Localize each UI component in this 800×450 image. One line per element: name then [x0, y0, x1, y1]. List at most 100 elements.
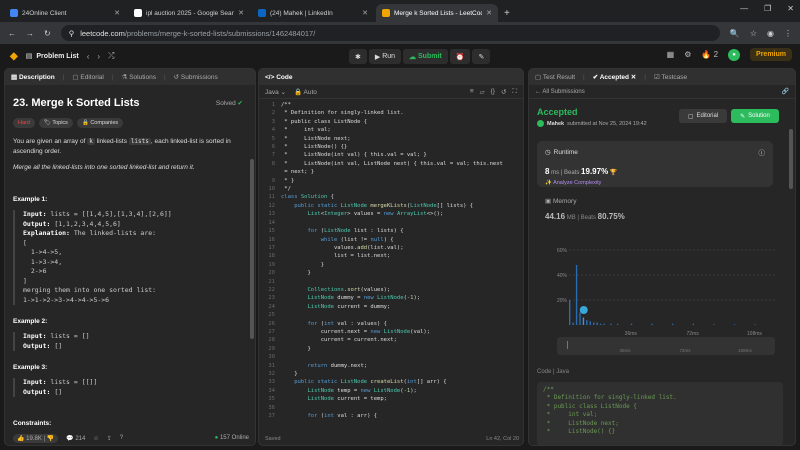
code-line[interactable]: 30 — [259, 353, 523, 361]
chart-bar[interactable] — [754, 324, 756, 325]
chart-bar[interactable] — [586, 320, 588, 325]
timer-icon[interactable]: ⏰ — [449, 49, 471, 64]
all-submissions-link[interactable]: ← All Submissions — [535, 89, 585, 95]
new-tab-icon[interactable]: + — [504, 8, 510, 19]
notes-icon[interactable]: ✎ — [472, 49, 491, 64]
chart-bar[interactable] — [610, 323, 612, 325]
code-line[interactable]: 21 — [259, 278, 523, 286]
code-line[interactable]: 29 } — [259, 345, 523, 353]
code-line[interactable]: 2 * Definition for singly-linked list. — [259, 109, 523, 117]
scrollbar[interactable] — [789, 129, 793, 189]
auto-mode[interactable]: 🔒 Auto — [294, 88, 317, 96]
menu-icon[interactable]: ⋮ — [784, 29, 792, 38]
code-line[interactable]: 22 Collections.sort(values); — [259, 286, 523, 294]
chart-bar[interactable] — [692, 323, 694, 325]
code-line[interactable]: 32 } — [259, 370, 523, 378]
chart-bar[interactable] — [579, 312, 581, 326]
runtime-distribution-chart[interactable]: 20%40%60%36ms 72ms 108ms — [553, 244, 781, 339]
code-line[interactable]: 8 * ListNode(int val, ListNode next) { t… — [259, 160, 523, 168]
scrollbar[interactable] — [250, 159, 254, 339]
code-line[interactable]: 7 * ListNode(int val) { this.val = val; … — [259, 151, 523, 159]
maximize-icon[interactable]: ❐ — [764, 4, 771, 13]
fullscreen-icon[interactable]: ⛶ — [512, 88, 517, 96]
like-button[interactable]: 👍 19.8K | 👎 — [13, 433, 59, 443]
code-lines[interactable]: 1/** 2 * Definition for singly-linked lis… — [259, 101, 523, 420]
info-icon[interactable]: ⓘ — [759, 147, 766, 157]
code-line[interactable]: 4 * int val; — [259, 126, 523, 134]
tab-solutions[interactable]: ⚗ Solutions — [122, 73, 156, 81]
url-input[interactable]: ⚲ leetcode.com/problems/merge-k-sorted-l… — [60, 25, 720, 41]
code-line[interactable]: 20 } — [259, 269, 523, 277]
premium-button[interactable]: Premium — [750, 48, 792, 61]
run-button[interactable]: ▶ Run — [368, 49, 402, 64]
next-problem-icon[interactable]: › — [97, 52, 100, 61]
code-line[interactable]: 35 ListNode current = temp; — [259, 395, 523, 403]
chart-bar[interactable] — [617, 323, 619, 325]
tab-description[interactable]: ▤ Description — [11, 73, 55, 81]
solution-button[interactable]: ✎ Solution — [731, 109, 779, 123]
submit-button[interactable]: ☁ Submit — [403, 49, 448, 64]
code-line[interactable]: 16 while (list != null) { — [259, 236, 523, 244]
chart-bar[interactable] — [713, 324, 715, 325]
link-icon[interactable]: 🔗 — [782, 88, 789, 95]
problem-list-link[interactable]: Problem List — [36, 53, 78, 60]
code-line[interactable]: 9 * } — [259, 177, 523, 185]
tab-editorial[interactable]: ▢ Editorial — [72, 73, 103, 81]
reset-icon[interactable]: ↺ — [501, 88, 506, 96]
tab-testcase[interactable]: ☑ Testcase — [654, 73, 687, 81]
chart-bar[interactable] — [569, 300, 571, 325]
list-icon[interactable]: ≡ — [470, 88, 474, 96]
close-icon[interactable]: ✕ — [238, 9, 244, 17]
streak-icon[interactable]: 🔥 2 — [701, 50, 718, 59]
code-line[interactable]: 18 list = list.next; — [259, 252, 523, 260]
code-line[interactable]: 19 } — [259, 261, 523, 269]
code-line[interactable]: 31 return dummy.next; — [259, 362, 523, 370]
browser-tab-active[interactable]: Merge k Sorted Lists - LeetCod ✕ — [376, 4, 498, 22]
code-line[interactable]: 11 class Solution { — [259, 193, 523, 201]
chart-bar[interactable] — [630, 323, 633, 325]
chart-bar[interactable] — [596, 322, 598, 326]
memory-card[interactable]: ▣ Memory 44.16 MB | Beats 80.75% — [537, 193, 773, 225]
chart-bar[interactable] — [672, 323, 674, 325]
code-line[interactable]: 24 ListNode current = dummy; — [259, 303, 523, 311]
debug-button[interactable]: ✱ — [349, 49, 367, 64]
code-line[interactable]: 28 current = current.next; — [259, 336, 523, 344]
runtime-card[interactable]: ◷ Runtime ⓘ 8 ms | Beats 19.97% 🏆 ✨ Analyz… — [537, 141, 773, 187]
analyze-complexity-button[interactable]: ✨ Analyze Complexity — [545, 180, 765, 186]
layout-icon[interactable]: ▦ — [667, 50, 675, 59]
comments-button[interactable]: 💬 214 — [66, 435, 85, 442]
back-icon[interactable]: ← — [8, 29, 16, 38]
chart-bar[interactable] — [572, 322, 574, 326]
chart-bar[interactable] — [593, 322, 595, 326]
code-line[interactable]: = next; } — [259, 168, 523, 176]
bookmark-icon[interactable]: ☆ — [750, 29, 757, 38]
browser-tab[interactable]: 24Online Client ✕ — [4, 4, 126, 22]
chart-bar[interactable] — [575, 265, 578, 325]
code-line[interactable]: 10 */ — [259, 185, 523, 193]
chart-bar[interactable] — [589, 321, 591, 325]
bookmark-icon[interactable]: ▱ — [480, 88, 485, 96]
close-icon[interactable]: ✕ — [114, 9, 120, 17]
editorial-button[interactable]: ▢ Editorial — [679, 109, 727, 123]
help-icon[interactable]: ? — [120, 435, 123, 441]
code-line[interactable]: 25 — [259, 311, 523, 319]
companies-badge[interactable]: 🔒 Companies — [76, 118, 124, 128]
code-line[interactable]: 5 * ListNode next; — [259, 135, 523, 143]
shuffle-icon[interactable]: ⤮ — [108, 51, 114, 61]
chart-bar[interactable] — [651, 323, 653, 325]
window-close-icon[interactable]: ✕ — [787, 4, 794, 13]
code-line[interactable]: 27 current.next = new ListNode(val); — [259, 328, 523, 336]
tab-accepted[interactable]: ✔ Accepted ✕ — [593, 73, 637, 81]
code-line[interactable]: 26 for (int val : values) { — [259, 320, 523, 328]
code-line[interactable]: 13 List<Integer> values = new ArrayList<… — [259, 210, 523, 218]
code-line[interactable]: 15 for (ListNode list : lists) { — [259, 227, 523, 235]
code-line[interactable]: 1/** — [259, 101, 523, 109]
code-line[interactable]: 33 public static ListNode createList(int… — [259, 378, 523, 386]
chart-bar[interactable] — [733, 324, 736, 325]
chart-range-slider[interactable]: 36ms 72ms 108ms — [557, 337, 775, 355]
close-icon[interactable]: ✕ — [486, 9, 492, 17]
reload-icon[interactable]: ↻ — [44, 29, 51, 38]
code-line[interactable]: 37 for (int val : arr) { — [259, 412, 523, 420]
chart-bar[interactable] — [582, 317, 585, 326]
profile-icon[interactable]: ◉ — [767, 29, 774, 38]
